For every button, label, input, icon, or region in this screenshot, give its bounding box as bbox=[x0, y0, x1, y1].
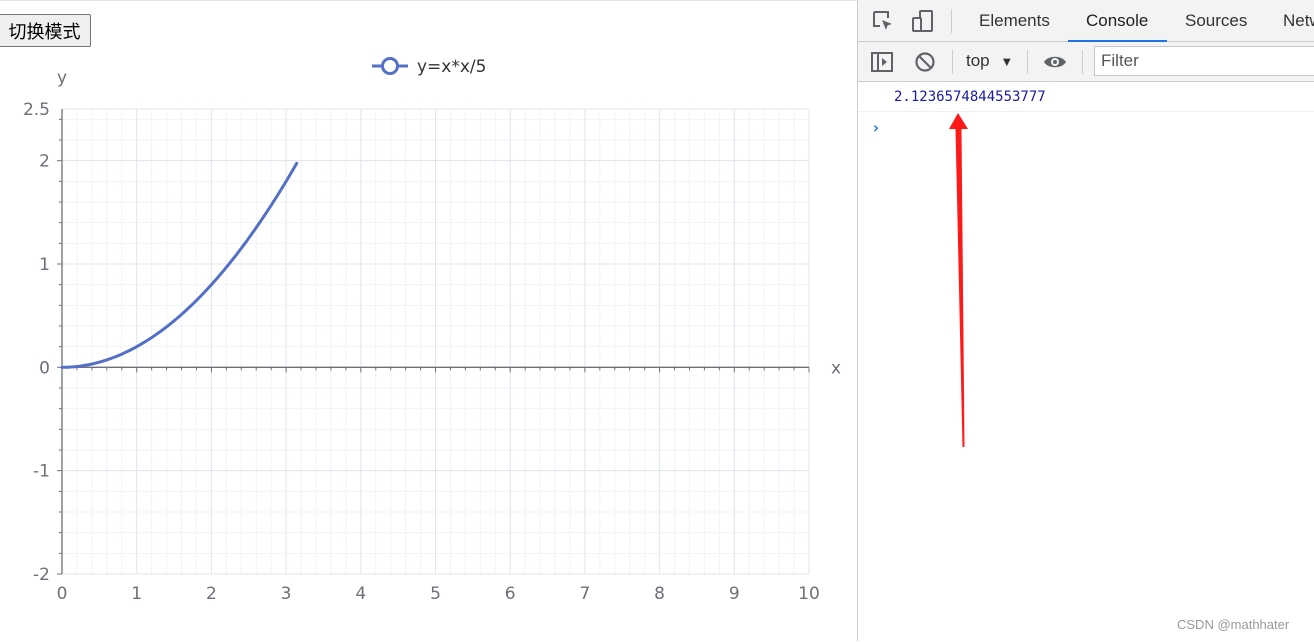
tab-network-label: Netw bbox=[1283, 11, 1314, 30]
y-tick-label: -1 bbox=[33, 462, 50, 482]
y-tick-label: -2 bbox=[33, 565, 50, 585]
legend-label: y=x*x/5 bbox=[417, 57, 486, 77]
live-expression-eye-icon[interactable] bbox=[1043, 50, 1067, 74]
x-tick-label: 1 bbox=[131, 584, 142, 604]
watermark: CSDN @mathhater bbox=[1177, 617, 1290, 632]
x-tick-label: 10 bbox=[798, 584, 820, 604]
devtools-panel: Elements Console Sources Netw bbox=[858, 0, 1314, 641]
x-tick-label: 0 bbox=[57, 584, 68, 604]
y-tick-label: 2.5 bbox=[23, 100, 50, 120]
filter-input[interactable] bbox=[1094, 46, 1314, 76]
x-tick-label: 9 bbox=[729, 584, 740, 604]
tick-labels: 0 1 2 3 4 5 6 7 8 9 10 -2 -1 0 1 2 2.5 bbox=[23, 100, 820, 604]
toolbar-separator bbox=[952, 50, 953, 74]
x-tick-label: 6 bbox=[505, 584, 516, 604]
toolbar-separator bbox=[1027, 50, 1028, 74]
tab-elements[interactable]: Elements bbox=[979, 0, 1050, 41]
legend[interactable]: y=x*x/5 bbox=[372, 57, 486, 77]
major-grid bbox=[61, 108, 810, 575]
legend-swatch-marker bbox=[381, 57, 399, 75]
tab-console-label: Console bbox=[1086, 11, 1149, 30]
clear-console-icon[interactable] bbox=[913, 50, 937, 74]
x-tick-label: 8 bbox=[654, 584, 665, 604]
console-prompt-icon[interactable]: › bbox=[871, 118, 881, 137]
tab-network[interactable]: Netw bbox=[1283, 0, 1314, 41]
x-tick-label: 5 bbox=[430, 584, 441, 604]
x-tick-label: 4 bbox=[355, 584, 366, 604]
tab-sources[interactable]: Sources bbox=[1185, 0, 1247, 41]
dropdown-arrow-icon: ▼ bbox=[1000, 54, 1014, 69]
show-sidebar-icon[interactable] bbox=[870, 50, 894, 74]
tab-sources-label: Sources bbox=[1185, 11, 1248, 30]
inspect-element-icon[interactable] bbox=[871, 9, 895, 33]
device-toolbar-icon[interactable] bbox=[911, 9, 935, 33]
context-value: top bbox=[966, 51, 990, 70]
y-axis-label: y bbox=[57, 68, 67, 88]
console-log-value: 2.1236574844553777 bbox=[894, 89, 1046, 105]
x-axis-label: x bbox=[831, 358, 841, 378]
console-toolbar: top ▼ bbox=[858, 42, 1314, 82]
series-group bbox=[60, 161, 299, 369]
console-log-row: 2.1236574844553777 bbox=[858, 82, 1314, 112]
line-chart: 0 1 2 3 4 5 6 7 8 9 10 -2 -1 0 1 2 2.5 y=x*x/5 y x bbox=[23, 57, 841, 604]
y-tick-label: 1 bbox=[39, 255, 50, 275]
x-tick-label: 3 bbox=[281, 584, 292, 604]
console-output-area: 2.1236574844553777 › bbox=[858, 82, 1314, 641]
x-tick-label: 2 bbox=[206, 584, 217, 604]
y-tick-label: 2 bbox=[39, 152, 50, 172]
context-selector[interactable]: top ▼ bbox=[966, 51, 1013, 71]
tab-elements-label: Elements bbox=[979, 11, 1050, 30]
toolbar-separator bbox=[951, 9, 952, 33]
series-line bbox=[60, 161, 299, 369]
chart-pane: 切换模式 0 1 2 3 4 5 6 7 8 9 10 -2 -1 0 1 2 2.5 y=x*x/5 y x bbox=[0, 0, 857, 641]
y-tick-label: 0 bbox=[39, 358, 50, 378]
x-tick-label: 7 bbox=[579, 584, 590, 604]
toolbar-separator bbox=[1082, 50, 1083, 74]
devtools-tabbar: Elements Console Sources Netw bbox=[858, 0, 1314, 42]
tab-console[interactable]: Console bbox=[1068, 0, 1167, 42]
